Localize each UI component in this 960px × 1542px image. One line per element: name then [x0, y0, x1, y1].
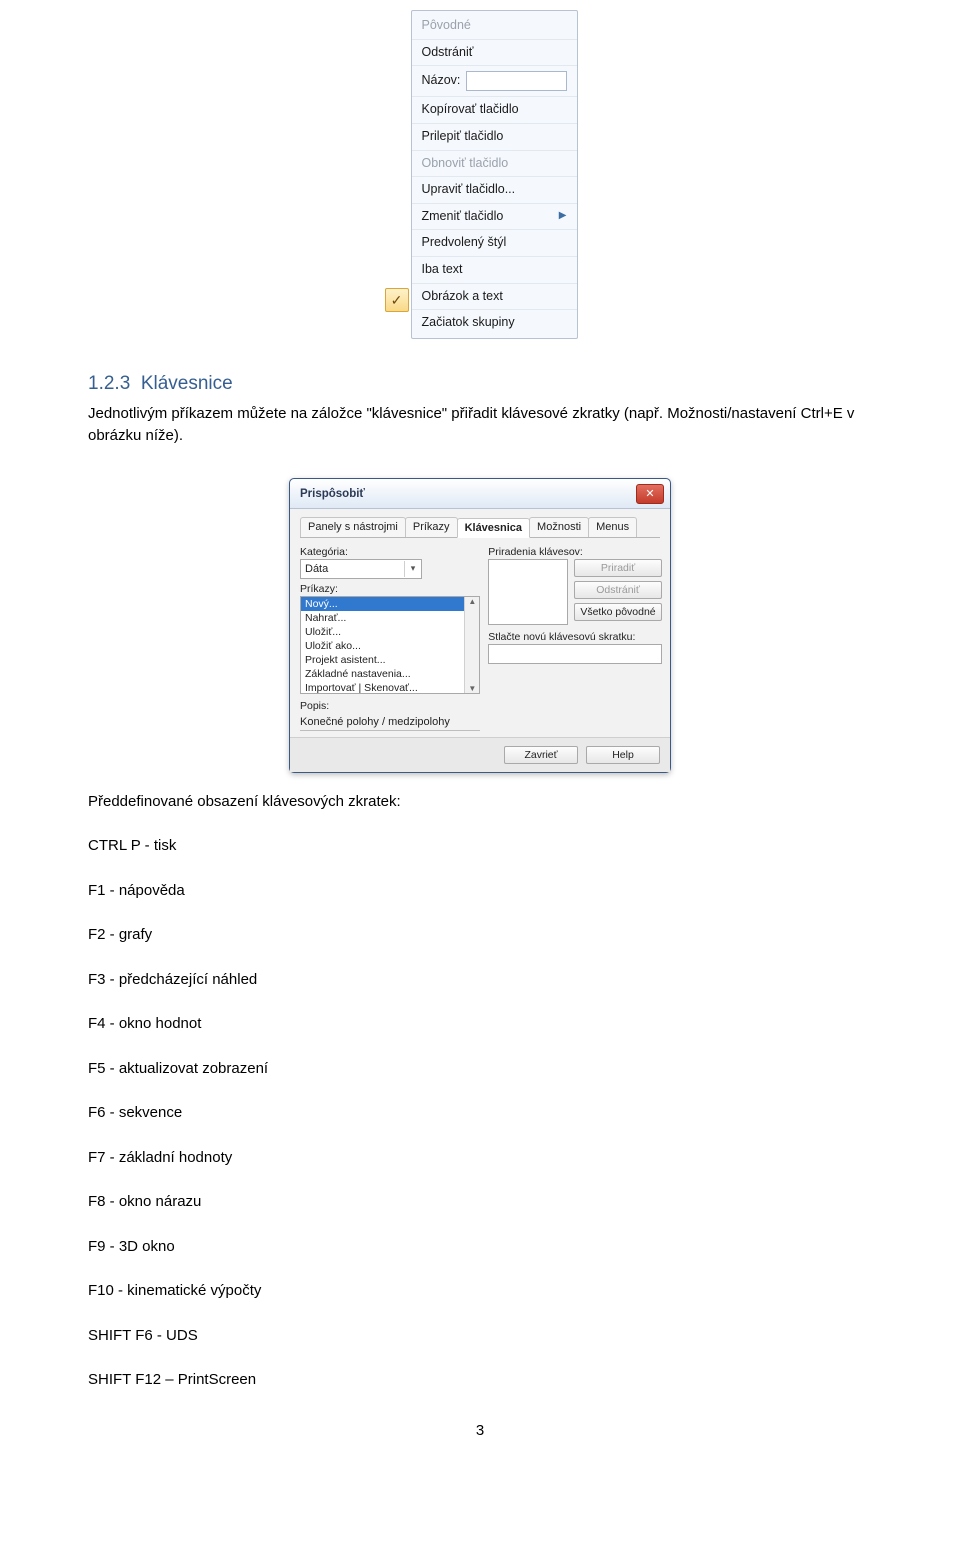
section-paragraph: Jednotlivým příkazem můžete na záložce "…: [88, 403, 905, 448]
menu-item-label: Upraviť tlačidlo...: [422, 182, 567, 198]
dialog-title: Prispôsobiť: [300, 488, 365, 500]
context-menu-item: Pôvodné: [412, 13, 577, 39]
dialog-tab[interactable]: Klávesnica: [457, 518, 530, 538]
command-item[interactable]: Uložiť...: [301, 625, 465, 639]
section-title: Klávesnice: [141, 373, 233, 394]
shortcut-entry: F4 - okno hodnot: [88, 1013, 905, 1036]
customize-dialog-figure: Prispôsobiť ✕ Panely s nástrojmiPríkazyK…: [0, 478, 960, 773]
command-item[interactable]: Nový...: [301, 597, 465, 611]
menu-item-label: Obnoviť tlačidlo: [422, 156, 567, 172]
close-button[interactable]: ✕: [636, 484, 664, 504]
menu-item-label: Obrázok a text: [422, 289, 567, 305]
menu-item-label: Odstrániť: [422, 45, 567, 61]
shortcut-input[interactable]: [488, 644, 662, 664]
assignments-listbox[interactable]: [488, 559, 568, 625]
shortcut-entry: SHIFT F6 - UDS: [88, 1325, 905, 1348]
press-shortcut-label: Stlačte novú klávesovú skratku:: [488, 631, 660, 643]
context-menu: Pôvodné Odstrániť Názov: Kopírovať tlačidlo…: [411, 10, 578, 339]
context-menu-item[interactable]: Predvolený štýl: [412, 229, 577, 256]
name-input[interactable]: [466, 71, 566, 91]
menu-item-label: Predvolený štýl: [422, 235, 567, 251]
shortcuts-intro: Předdefinované obsazení klávesových zkra…: [88, 791, 905, 814]
page-number: 3: [0, 1422, 960, 1439]
shortcut-entry: F7 - základní hodnoty: [88, 1147, 905, 1170]
shortcut-entry: F2 - grafy: [88, 924, 905, 947]
remove-button[interactable]: Odstrániť: [574, 581, 662, 599]
command-item[interactable]: Importovať | Skenovať...: [301, 681, 465, 693]
assign-button[interactable]: Priradiť: [574, 559, 662, 577]
close-icon: ✕: [645, 487, 654, 500]
description-value: Konečné polohy / medzipolohy: [300, 716, 480, 731]
context-menu-item[interactable]: Zmeniť tlačidlo ▶: [412, 203, 577, 230]
menu-item-label: Názov:: [422, 73, 461, 89]
commands-label: Príkazy:: [300, 583, 480, 595]
shortcut-entry: F6 - sekvence: [88, 1102, 905, 1125]
context-menu-item[interactable]: Upraviť tlačidlo...: [412, 176, 577, 203]
menu-item-label: Kopírovať tlačidlo: [422, 102, 567, 118]
commands-listbox[interactable]: Nový...Nahrať...Uložiť...Uložiť ako...Pr…: [300, 596, 480, 694]
shortcut-entry: F5 - aktualizovat zobrazení: [88, 1058, 905, 1081]
dialog-tabs: Panely s nástrojmiPríkazyKlávesnicaMožno…: [300, 517, 660, 538]
dialog-tab[interactable]: Menus: [588, 517, 637, 537]
category-label: Kategória:: [300, 546, 480, 558]
dialog-tab[interactable]: Príkazy: [405, 517, 458, 537]
category-value: Dáta: [301, 563, 404, 575]
description-label: Popis:: [300, 700, 480, 712]
menu-item-label: Iba text: [422, 262, 567, 278]
customize-dialog: Prispôsobiť ✕ Panely s nástrojmiPríkazyK…: [289, 478, 671, 773]
command-item[interactable]: Uložiť ako...: [301, 639, 465, 653]
shortcut-definitions: Předdefinované obsazení klávesových zkra…: [88, 791, 905, 1392]
context-menu-item[interactable]: Začiatok skupiny: [412, 309, 577, 336]
menu-item-label: Pôvodné: [422, 18, 567, 34]
context-menu-item[interactable]: Kopírovať tlačidlo: [412, 96, 577, 123]
assignments-label: Priradenia klávesov:: [488, 546, 660, 558]
help-button[interactable]: Help: [586, 746, 660, 764]
menu-item-label: Začiatok skupiny: [422, 315, 567, 331]
chevron-down-icon: ▾: [404, 561, 421, 577]
command-item[interactable]: Nahrať...: [301, 611, 465, 625]
dialog-tab[interactable]: Panely s nástrojmi: [300, 517, 406, 537]
close-dialog-button[interactable]: Zavrieť: [504, 746, 578, 764]
menu-item-label: Prilepiť tlačidlo: [422, 129, 567, 145]
command-item[interactable]: Základné nastavenia...: [301, 667, 465, 681]
shortcut-entry: F3 - předcházející náhled: [88, 969, 905, 992]
reset-all-button[interactable]: Všetko pôvodné: [574, 603, 662, 621]
context-menu-item[interactable]: Obrázok a text: [412, 283, 577, 310]
context-menu-figure: ✓ Pôvodné Odstrániť Názov: Kopírovať tlačid…: [0, 10, 960, 339]
shortcut-entry: F10 - kinematické výpočty: [88, 1280, 905, 1303]
context-menu-item[interactable]: Názov:: [412, 65, 577, 96]
dialog-tab[interactable]: Možnosti: [529, 517, 589, 537]
menu-item-label: Zmeniť tlačidlo: [422, 209, 553, 225]
scrollbar[interactable]: ▲▼: [464, 597, 479, 693]
context-menu-item[interactable]: Prilepiť tlačidlo: [412, 123, 577, 150]
context-menu-item: Obnoviť tlačidlo: [412, 150, 577, 177]
section-heading: 1.2.3 Klávesnice: [88, 373, 960, 395]
command-item[interactable]: Projekt asistent...: [301, 653, 465, 667]
category-combo[interactable]: Dáta ▾: [300, 559, 422, 579]
shortcut-entry: CTRL P - tisk: [88, 835, 905, 858]
context-menu-item[interactable]: Odstrániť: [412, 39, 577, 66]
shortcut-entry: F9 - 3D okno: [88, 1236, 905, 1259]
chevron-right-icon: ▶: [559, 210, 567, 223]
checkmark-icon: ✓: [385, 288, 409, 312]
shortcut-entry: SHIFT F12 – PrintScreen: [88, 1369, 905, 1392]
shortcut-entry: F1 - nápověda: [88, 880, 905, 903]
section-number: 1.2.3: [88, 373, 130, 394]
shortcut-entry: F8 - okno nárazu: [88, 1191, 905, 1214]
context-menu-item[interactable]: Iba text: [412, 256, 577, 283]
